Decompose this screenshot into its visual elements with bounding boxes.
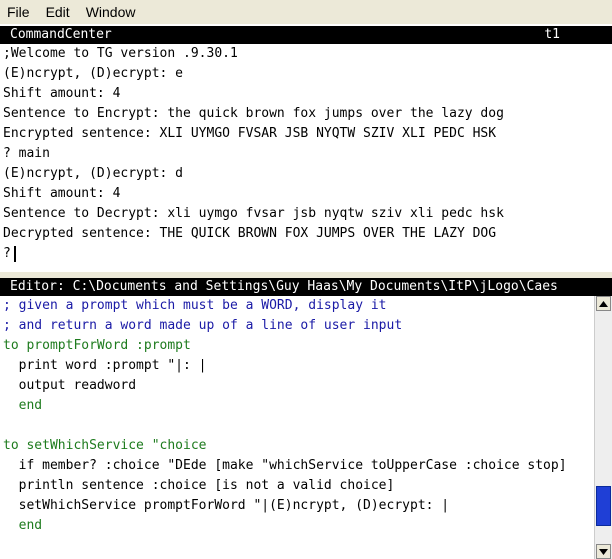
menu-window[interactable]: Window bbox=[78, 0, 144, 24]
editor-line: print word :prompt "|: | bbox=[3, 358, 207, 373]
editor-line: if member? :choice "DEde [make "whichSer… bbox=[3, 458, 567, 473]
scroll-thumb[interactable] bbox=[596, 486, 611, 526]
console-line: Shift amount: 4 bbox=[3, 86, 121, 101]
editor-line: output readword bbox=[3, 378, 137, 393]
editor-vertical-scrollbar[interactable] bbox=[594, 296, 612, 559]
menu-bar: File Edit Window bbox=[0, 0, 612, 24]
console-line: (E)ncrypt, (D)ecrypt: d bbox=[3, 166, 184, 181]
console-prompt-line[interactable]: ? bbox=[0, 244, 612, 264]
editor-line: ; and return a word made up of a line of… bbox=[3, 318, 403, 333]
command-center-tag: t1 bbox=[544, 27, 560, 42]
console-line: (E)ncrypt, (D)ecrypt: e bbox=[3, 66, 184, 81]
console-prompt: ? bbox=[3, 246, 11, 261]
editor-line: ; given a prompt which must be a WORD, d… bbox=[3, 298, 387, 313]
command-center-title: CommandCenter bbox=[10, 27, 112, 42]
arrow-down-icon bbox=[599, 548, 608, 555]
console-line: Decrypted sentence: THE QUICK BROWN FOX … bbox=[3, 226, 497, 241]
command-center-console[interactable]: ;Welcome to TG version .9.30.1 (E)ncrypt… bbox=[0, 44, 612, 272]
scroll-down-button[interactable] bbox=[596, 544, 611, 559]
console-line: Sentence to Decrypt: xli uymgo fvsar jsb… bbox=[3, 206, 504, 221]
editor-line: println sentence :choice [is not a valid… bbox=[3, 478, 395, 493]
editor-line: to setWhichService "choice bbox=[3, 438, 207, 453]
text-caret bbox=[13, 245, 16, 262]
editor-titlebar: Editor: C:\Documents and Settings\Guy Ha… bbox=[0, 278, 612, 296]
console-line: Shift amount: 4 bbox=[3, 186, 121, 201]
console-line: Encrypted sentence: XLI UYMGO FVSAR JSB … bbox=[3, 126, 497, 141]
console-line: Sentence to Encrypt: the quick brown fox… bbox=[3, 106, 504, 121]
editor-line: end bbox=[3, 398, 43, 413]
console-line: ? main bbox=[3, 146, 50, 161]
editor-line: setWhichService promptForWord "|(E)ncryp… bbox=[3, 498, 450, 513]
editor-line: to promptForWord :prompt bbox=[3, 338, 191, 353]
command-center-titlebar: CommandCenter t1 bbox=[0, 26, 612, 44]
scroll-up-button[interactable] bbox=[596, 296, 611, 311]
console-line: ;Welcome to TG version .9.30.1 bbox=[3, 46, 238, 61]
arrow-up-icon bbox=[599, 300, 608, 307]
menu-file[interactable]: File bbox=[0, 0, 38, 24]
editor-line: end bbox=[3, 518, 43, 533]
menu-edit[interactable]: Edit bbox=[38, 0, 78, 24]
editor-text-area[interactable]: ; given a prompt which must be a WORD, d… bbox=[0, 296, 594, 559]
